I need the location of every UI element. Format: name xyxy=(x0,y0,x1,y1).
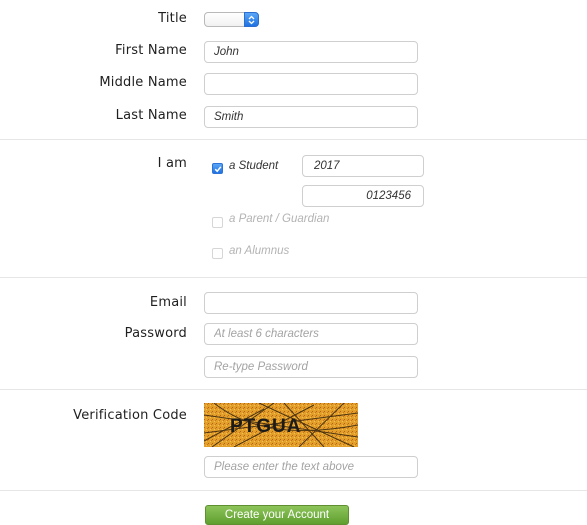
section-divider xyxy=(0,389,587,390)
verification-label: Verification Code xyxy=(73,408,187,423)
last-name-label: Last Name xyxy=(115,108,187,123)
section-divider xyxy=(0,490,587,491)
password-input[interactable] xyxy=(204,323,418,345)
first-name-label: First Name xyxy=(115,43,187,58)
email-input[interactable] xyxy=(204,292,418,314)
section-divider xyxy=(0,277,587,278)
parent-checkbox[interactable] xyxy=(212,217,223,228)
student-option-label[interactable]: a Student xyxy=(229,160,278,172)
student-id-input[interactable] xyxy=(302,185,424,207)
alumnus-option-label[interactable]: an Alumnus xyxy=(229,245,289,257)
first-name-input[interactable] xyxy=(204,41,418,63)
student-year-input[interactable] xyxy=(302,155,424,177)
verification-code-input[interactable] xyxy=(204,456,418,478)
password-label: Password xyxy=(124,326,187,341)
create-account-button[interactable]: Create your Account xyxy=(205,505,349,525)
email-label: Email xyxy=(149,295,187,310)
captcha-text: PTGUA xyxy=(230,416,302,437)
section-divider xyxy=(0,139,587,140)
role-label: I am xyxy=(157,156,187,171)
title-select[interactable] xyxy=(204,12,259,27)
select-arrows-icon xyxy=(244,12,259,27)
middle-name-label: Middle Name xyxy=(99,75,187,90)
parent-option-label[interactable]: a Parent / Guardian xyxy=(229,213,329,225)
checkmark-icon xyxy=(214,165,221,172)
captcha-image: PTGUA xyxy=(204,403,358,447)
alumnus-checkbox[interactable] xyxy=(212,248,223,259)
last-name-input[interactable] xyxy=(204,106,418,128)
student-checkbox[interactable] xyxy=(212,163,223,174)
title-label: Title xyxy=(158,11,187,26)
retype-password-input[interactable] xyxy=(204,356,418,378)
middle-name-input[interactable] xyxy=(204,73,418,95)
